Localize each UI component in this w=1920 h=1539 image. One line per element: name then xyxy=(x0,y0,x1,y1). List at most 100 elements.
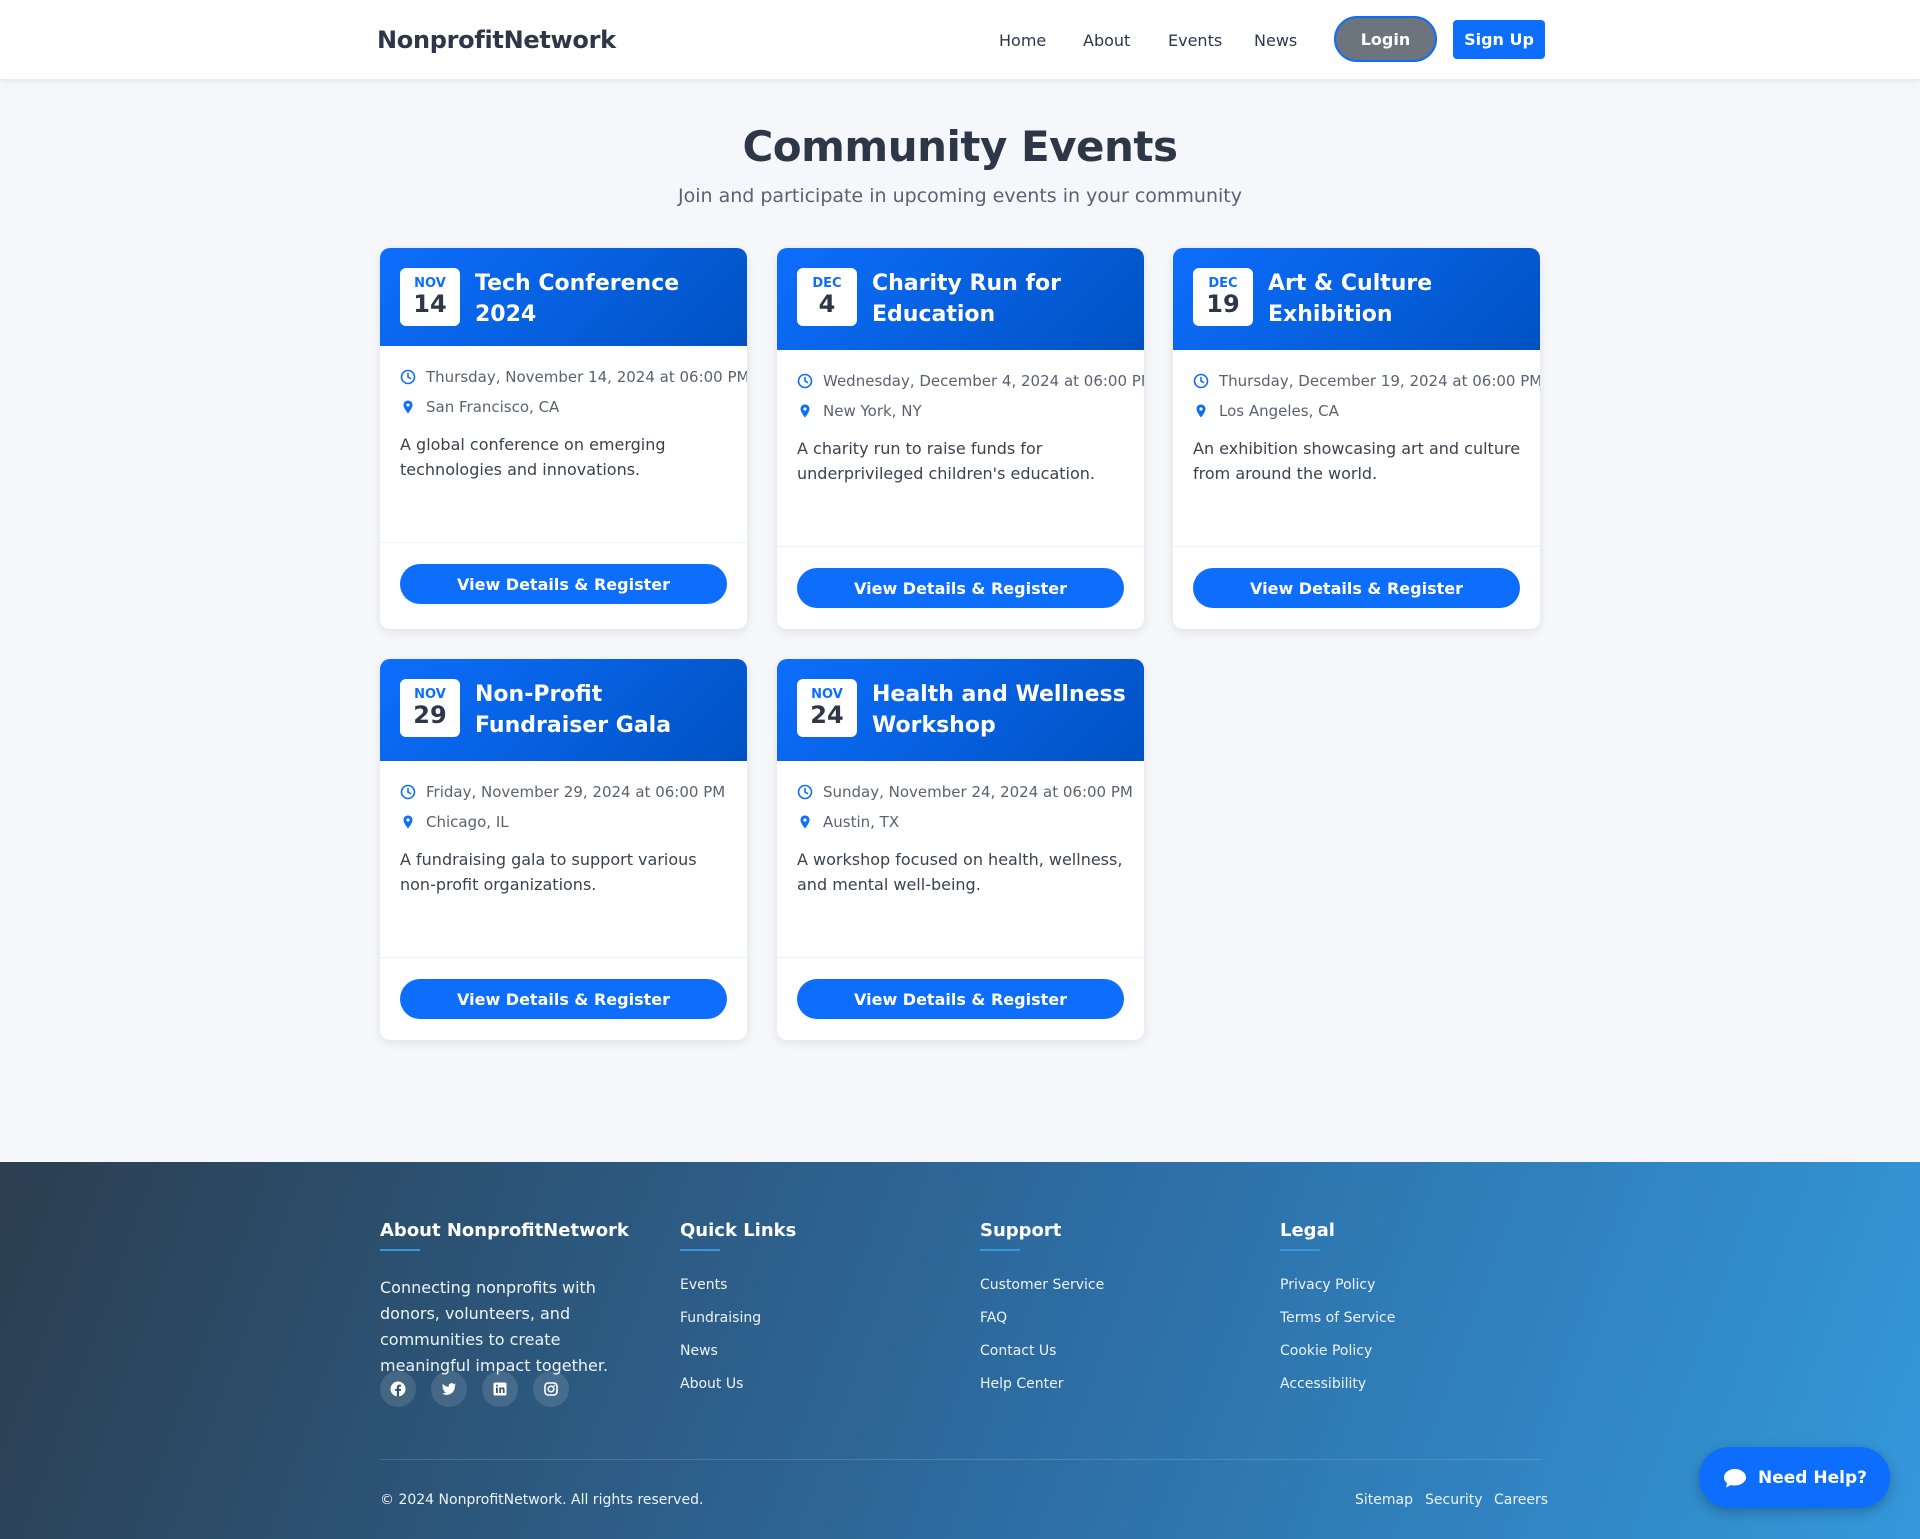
event-location-text: San Francisco, CA xyxy=(426,398,560,416)
event-location: San Francisco, CA xyxy=(400,398,730,418)
event-datetime-text: Thursday, November 14, 2024 at 06:00 PM xyxy=(426,368,747,386)
event-title: Charity Run for Education xyxy=(872,271,1062,327)
footer-support-heading: Support xyxy=(980,1220,1062,1241)
date-day: 24 xyxy=(810,701,844,729)
footer-link-fundraising[interactable]: Fundraising xyxy=(680,1308,950,1328)
nav-link-home[interactable]: Home xyxy=(999,31,1046,50)
event-card: DEC 4 Charity Run for Education Wednesda… xyxy=(777,248,1144,629)
date-badge: DEC 19 xyxy=(1193,268,1253,326)
event-description: A charity run to raise funds for underpr… xyxy=(797,439,1095,483)
footer-about-heading: About NonprofitNetwork xyxy=(380,1220,629,1241)
date-month: DEC xyxy=(812,276,842,291)
footer-link-cookie-policy[interactable]: Cookie Policy xyxy=(1280,1341,1550,1361)
copyright: © 2024 NonprofitNetwork. All rights rese… xyxy=(380,1492,704,1508)
event-datetime: Thursday, November 14, 2024 at 06:00 PM xyxy=(400,368,747,388)
footer: About NonprofitNetwork Connecting nonpro… xyxy=(0,1162,1920,1539)
footer-support-list: Customer Service FAQ Contact Us Help Cen… xyxy=(980,1275,1250,1394)
date-month: DEC xyxy=(1208,276,1238,291)
signup-button[interactable]: Sign Up xyxy=(1453,20,1545,59)
nav-link-events[interactable]: Events xyxy=(1168,31,1222,50)
event-description: A workshop focused on health, wellness, … xyxy=(797,850,1123,894)
heading-underline xyxy=(680,1249,720,1251)
login-button[interactable]: Login xyxy=(1334,16,1437,62)
event-card: NOV 29 Non-Profit Fundraiser Gala Friday… xyxy=(380,659,747,1040)
linkedin-icon[interactable] xyxy=(482,1371,518,1407)
nav-link-news[interactable]: News xyxy=(1254,31,1297,50)
date-month: NOV xyxy=(811,687,843,702)
footer-link-security[interactable]: Security xyxy=(1425,1492,1483,1508)
footer-link-events[interactable]: Events xyxy=(680,1275,950,1295)
event-datetime: Friday, November 29, 2024 at 06:00 PM xyxy=(400,783,730,803)
view-details-register-button[interactable]: View Details & Register xyxy=(797,979,1124,1019)
footer-about: About NonprofitNetwork Connecting nonpro… xyxy=(380,1220,650,1379)
event-location: Los Angeles, CA xyxy=(1193,402,1523,422)
clock-icon xyxy=(400,784,416,800)
date-month: NOV xyxy=(414,687,446,702)
chat-bubble-icon xyxy=(1724,1468,1746,1487)
instagram-icon[interactable] xyxy=(533,1371,569,1407)
navbar: NonprofitNetwork Home About Events News … xyxy=(0,0,1920,79)
event-datetime-text: Friday, November 29, 2024 at 06:00 PM xyxy=(426,783,726,801)
event-datetime: Wednesday, December 4, 2024 at 06:00 PM xyxy=(797,372,1144,392)
footer-link-news[interactable]: News xyxy=(680,1341,950,1361)
facebook-icon[interactable] xyxy=(380,1371,416,1407)
view-details-register-button[interactable]: View Details & Register xyxy=(797,568,1124,608)
clock-icon xyxy=(797,784,813,800)
event-card-header: NOV 24 Health and Wellness Workshop xyxy=(777,659,1144,761)
footer-link-contact-us[interactable]: Contact Us xyxy=(980,1341,1250,1361)
event-title: Art & Culture Exhibition xyxy=(1268,271,1433,327)
footer-link-help-center[interactable]: Help Center xyxy=(980,1374,1250,1394)
date-day: 19 xyxy=(1206,290,1240,318)
event-title: Health and Wellness Workshop xyxy=(872,682,1126,738)
need-help-label: Need Help? xyxy=(1758,1467,1867,1488)
page-subtitle: Join and participate in upcoming events … xyxy=(677,185,1242,207)
divider xyxy=(380,957,747,958)
event-title: Tech Conference 2024 xyxy=(475,271,680,327)
footer-link-accessibility[interactable]: Accessibility xyxy=(1280,1374,1550,1394)
view-details-register-button[interactable]: View Details & Register xyxy=(400,979,727,1019)
footer-divider xyxy=(380,1459,1540,1460)
footer-support: Support Customer Service FAQ Contact Us … xyxy=(980,1220,1250,1407)
footer-link-privacy-policy[interactable]: Privacy Policy xyxy=(1280,1275,1550,1295)
map-pin-icon xyxy=(403,400,413,414)
event-location-text: Chicago, IL xyxy=(426,813,509,831)
divider xyxy=(777,546,1144,547)
event-card-header: NOV 14 Tech Conference 2024 xyxy=(380,248,747,346)
footer-legal-list: Privacy Policy Terms of Service Cookie P… xyxy=(1280,1275,1550,1394)
brand-logo[interactable]: NonprofitNetwork xyxy=(377,26,616,54)
view-details-register-button[interactable]: View Details & Register xyxy=(400,564,727,604)
event-datetime-text: Thursday, December 19, 2024 at 06:00 PM xyxy=(1219,372,1540,390)
footer-link-terms-of-service[interactable]: Terms of Service xyxy=(1280,1308,1550,1328)
date-month: NOV xyxy=(414,276,446,291)
divider xyxy=(777,957,1144,958)
footer-legal: Legal Privacy Policy Terms of Service Co… xyxy=(1280,1220,1550,1407)
footer-link-faq[interactable]: FAQ xyxy=(980,1308,1250,1328)
event-card-header: DEC 19 Art & Culture Exhibition xyxy=(1173,248,1540,350)
page-title: Community Events xyxy=(742,122,1178,171)
event-datetime: Thursday, December 19, 2024 at 06:00 PM xyxy=(1193,372,1540,392)
heading-underline xyxy=(1280,1249,1320,1251)
event-description: An exhibition showcasing art and culture… xyxy=(1193,439,1521,483)
need-help-button[interactable]: Need Help? xyxy=(1699,1447,1890,1508)
event-title: Non-Profit Fundraiser Gala xyxy=(475,682,672,738)
map-pin-icon xyxy=(1196,404,1206,418)
event-card: NOV 14 Tech Conference 2024 Thursday, No… xyxy=(380,248,747,629)
date-badge: DEC 4 xyxy=(797,268,857,326)
event-description: A global conference on emerging technolo… xyxy=(400,435,666,479)
footer-link-sitemap[interactable]: Sitemap xyxy=(1355,1492,1413,1508)
divider xyxy=(380,542,747,543)
footer-link-careers[interactable]: Careers xyxy=(1494,1492,1548,1508)
footer-legal-heading: Legal xyxy=(1280,1220,1335,1241)
twitter-icon[interactable] xyxy=(431,1371,467,1407)
nav-link-about[interactable]: About xyxy=(1083,31,1130,50)
map-pin-icon xyxy=(403,815,413,829)
footer-link-customer-service[interactable]: Customer Service xyxy=(980,1275,1250,1295)
date-badge: NOV 24 xyxy=(797,679,857,737)
event-location-text: New York, NY xyxy=(823,402,922,420)
event-location: Austin, TX xyxy=(797,813,1127,833)
event-datetime: Sunday, November 24, 2024 at 06:00 PM xyxy=(797,783,1133,803)
view-details-register-button[interactable]: View Details & Register xyxy=(1193,568,1520,608)
map-pin-icon xyxy=(800,815,810,829)
clock-icon xyxy=(797,373,813,389)
footer-link-about-us[interactable]: About Us xyxy=(680,1374,950,1394)
